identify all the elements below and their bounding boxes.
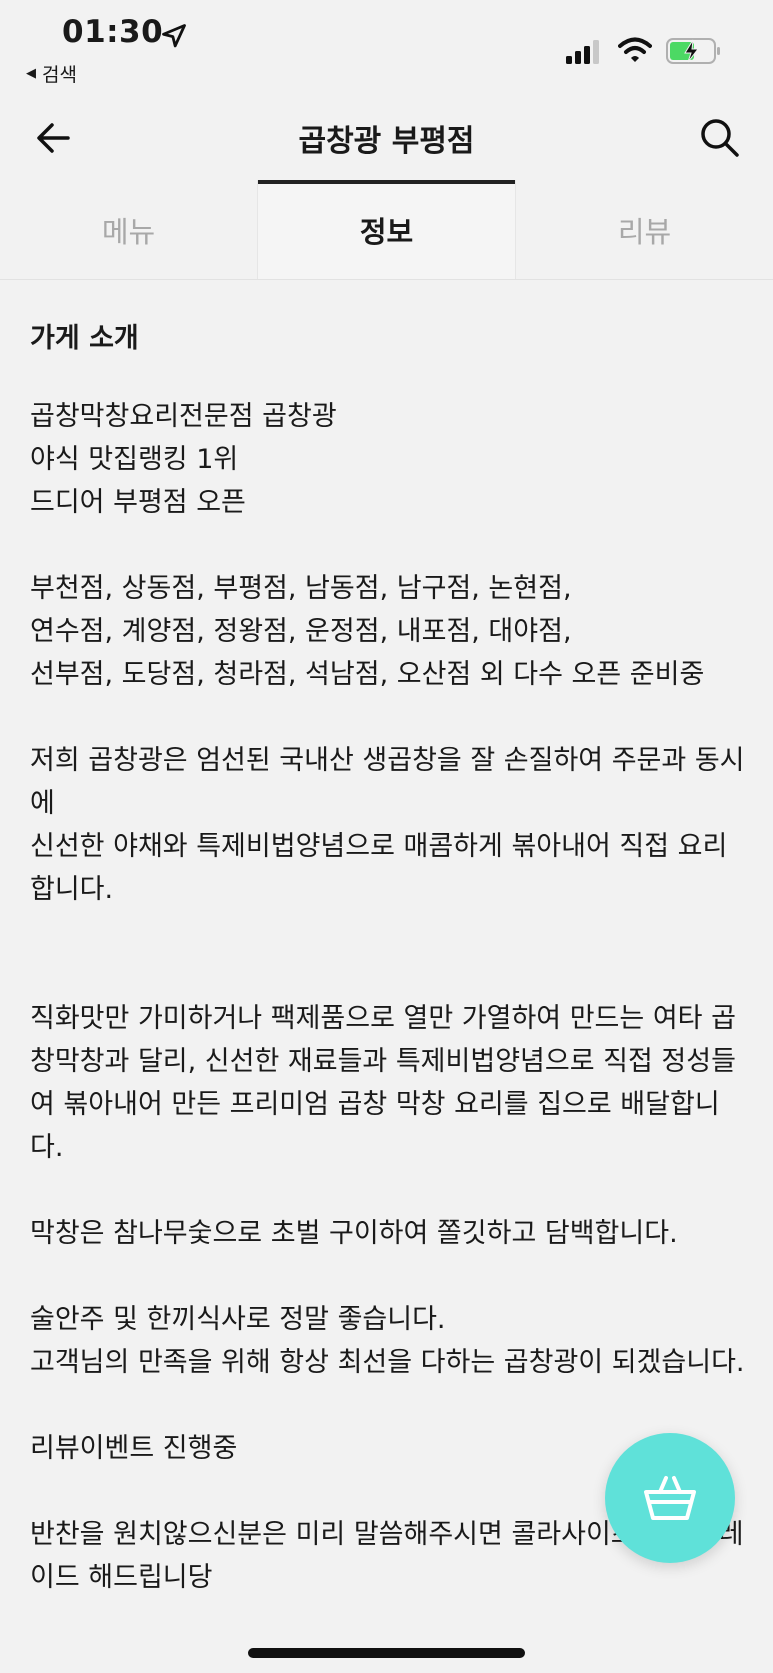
status-time: 01:30 (62, 14, 164, 50)
page-title: 곱창광 부평점 (298, 124, 475, 159)
search-icon[interactable] (698, 116, 742, 160)
back-app-label: 검색 (42, 64, 77, 86)
section-heading: 가게 소개 (30, 323, 139, 354)
premium-paragraph: 직화맛만 가미하거나 팩제품으로 열만 가열하여 만드는 여타 곱창막창과 달리… (30, 1003, 736, 1163)
back-to-app[interactable]: ◀ 검색 (26, 60, 77, 87)
recommendation-paragraph: 술안주 및 한끼식사로 정말 좋습니다. 고객님의 만족을 위해 항상 최선을 … (30, 1304, 745, 1378)
preparation-paragraph: 저희 곱창광은 엄선된 국내산 생곱창을 잘 손질하여 주문과 동시에 신선한 … (30, 745, 745, 905)
cellular-signal-icon (566, 40, 599, 64)
wifi-icon (618, 37, 652, 62)
cart-button[interactable] (605, 1433, 735, 1563)
status-bar: 01:30 ◀ 검색 (0, 0, 773, 95)
tab-reviews[interactable]: 리뷰 (515, 180, 773, 279)
makchang-paragraph: 막창은 참나무숯으로 초벌 구이하여 쫄깃하고 담백합니다. (30, 1218, 678, 1249)
home-indicator[interactable] (248, 1648, 525, 1658)
shopping-basket-icon (644, 1476, 696, 1520)
branches-paragraph: 부천점, 상동점, 부평점, 남동점, 남구점, 논현점, 연수점, 계양점, … (30, 573, 705, 690)
nav-bar: 곱창광 부평점 (0, 100, 773, 180)
tab-info[interactable]: 정보 (257, 180, 515, 279)
location-arrow-icon (162, 24, 186, 48)
tab-menu[interactable]: 메뉴 (0, 180, 257, 279)
back-triangle-icon: ◀ (26, 66, 36, 81)
intro-paragraph: 곱창막창요리전문점 곱창광 야식 맛집랭킹 1위 드디어 부평점 오픈 (30, 401, 337, 518)
battery-charging-icon (666, 38, 720, 64)
tab-bar: 메뉴 정보 리뷰 (0, 180, 773, 280)
